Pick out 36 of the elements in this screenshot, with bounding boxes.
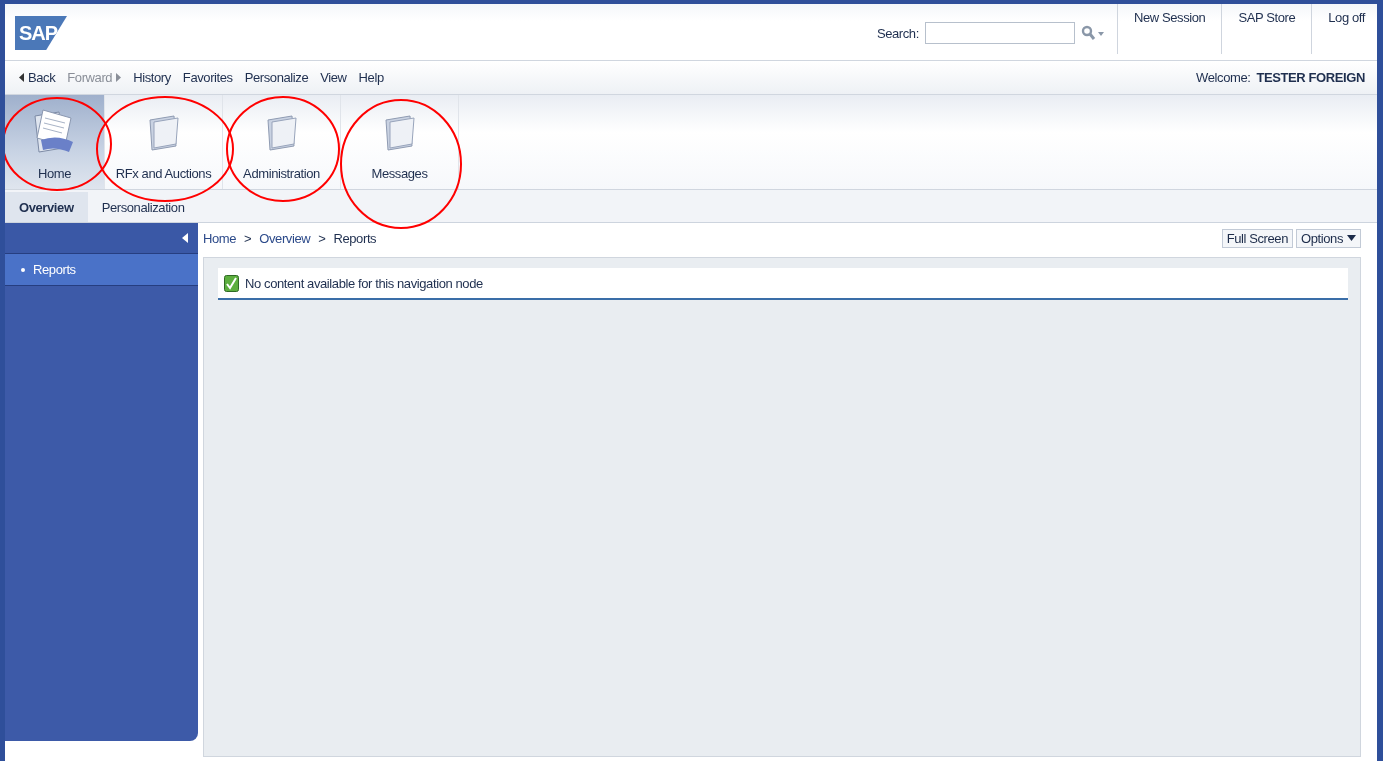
breadcrumb-separator: > xyxy=(318,230,326,246)
header-link[interactable]: Log off xyxy=(1311,4,1377,54)
message-text: No content available for this navigation node xyxy=(245,275,483,291)
nav-tile[interactable]: Home xyxy=(5,95,105,189)
breadcrumb-separator: > xyxy=(244,230,252,246)
page-button[interactable]: Full Screen xyxy=(1221,228,1293,248)
menu-item[interactable]: Personalize xyxy=(244,70,309,85)
nav-tile[interactable]: RFx and Auctions xyxy=(105,95,223,189)
menu-item[interactable]: Favorites xyxy=(182,70,233,85)
menu-item[interactable]: Help xyxy=(358,70,384,85)
sidebar-item[interactable]: Reports xyxy=(5,254,198,286)
check-icon xyxy=(224,274,239,292)
welcome-label: Welcome: xyxy=(1196,70,1251,85)
breadcrumb-link[interactable]: Reports xyxy=(333,230,377,246)
bullet-icon xyxy=(21,267,25,272)
search-field[interactable] xyxy=(924,22,1075,44)
nav-tile[interactable]: Administration xyxy=(223,95,341,189)
breadcrumb-link[interactable]: Home xyxy=(203,230,237,246)
back-arrow-icon xyxy=(19,73,24,82)
sub-tab[interactable]: Overview xyxy=(5,192,88,222)
breadcrumb-link[interactable]: Overview xyxy=(259,230,311,246)
user-name: TESTER FOREIGN xyxy=(1256,70,1365,85)
menu-item[interactable]: History xyxy=(133,70,171,85)
sub-tab[interactable]: Personalization xyxy=(87,200,199,222)
menu-item[interactable]: Back xyxy=(19,70,56,85)
options-dropdown[interactable]: Options xyxy=(1296,228,1361,248)
collapse-icon[interactable] xyxy=(182,233,188,243)
nav-tile[interactable]: Messages xyxy=(341,95,459,189)
menu-item[interactable]: View xyxy=(320,70,347,85)
header-link[interactable]: New Session xyxy=(1116,4,1222,54)
forward-arrow-icon xyxy=(116,73,122,82)
search-label: Search: xyxy=(876,26,919,41)
search-icon[interactable] xyxy=(1080,25,1105,41)
caret-icon xyxy=(1347,235,1356,241)
header-link[interactable]: SAP Store xyxy=(1221,4,1312,54)
logo: SAP xyxy=(15,16,67,50)
